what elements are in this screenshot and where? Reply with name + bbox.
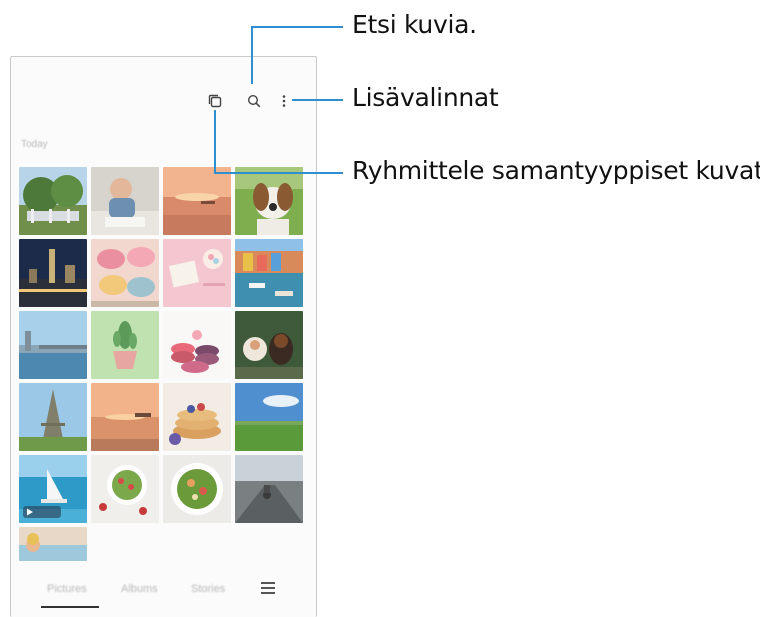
photo-thumbnail-macarons[interactable] — [91, 239, 159, 307]
photo-thumbnail-cyclist[interactable] — [235, 455, 303, 523]
photo-thumbnail-cactus[interactable] — [91, 311, 159, 379]
photo-thumbnail-harbor[interactable] — [235, 239, 303, 307]
photo-thumbnail-macaron-stack[interactable] — [163, 311, 231, 379]
more-options-icon[interactable] — [279, 93, 289, 109]
photo-thumbnail-beagle[interactable] — [235, 167, 303, 235]
tab-pictures[interactable]: Pictures — [47, 583, 87, 595]
photo-thumbnail-desk[interactable] — [163, 239, 231, 307]
callout-search-text: Etsi kuvia. — [352, 10, 477, 39]
leader-line-group-vertical — [214, 110, 216, 173]
photo-thumbnail-river-bridge[interactable] — [19, 311, 87, 379]
tab-stories[interactable]: Stories — [191, 583, 225, 595]
menu-icon[interactable] — [261, 581, 277, 595]
search-icon[interactable] — [246, 93, 262, 109]
group-similar-icon[interactable] — [207, 93, 223, 109]
photo-thumbnail-beach-portrait[interactable] — [19, 527, 87, 561]
section-label: Today — [21, 139, 48, 150]
photo-thumbnail-sunset-pier[interactable] — [91, 383, 159, 451]
video-thumbnail-sailboat[interactable] — [19, 455, 87, 523]
leader-line-more-options — [292, 99, 343, 101]
active-tab-indicator — [41, 606, 99, 608]
photo-thumbnail-park[interactable] — [19, 167, 87, 235]
play-icon — [27, 508, 33, 516]
video-play-badge — [23, 506, 61, 518]
leader-line-group — [214, 172, 343, 174]
leader-line-search — [251, 26, 343, 28]
callout-more-options-text: Lisävalinnat — [352, 83, 499, 112]
photo-thumbnail-city-night[interactable] — [19, 239, 87, 307]
photo-thumbnail-pancakes[interactable] — [163, 383, 231, 451]
photo-thumbnail-salad-1[interactable] — [91, 455, 159, 523]
leader-line-search-vertical — [251, 26, 253, 84]
photo-thumbnail-kitten-dog[interactable] — [235, 311, 303, 379]
photo-thumbnail-sunset-sea[interactable] — [163, 167, 231, 235]
photo-thumbnail-eiffel[interactable] — [19, 383, 87, 451]
photo-thumbnail-salad-2[interactable] — [163, 455, 231, 523]
photo-thumbnail-green-field[interactable] — [235, 383, 303, 451]
callout-group-similar-text: Ryhmittele samantyyppiset kuvat. — [352, 156, 760, 185]
gallery-screen: Today Pictures Albums Stories — [10, 56, 317, 617]
photo-thumbnail-baby[interactable] — [91, 167, 159, 235]
tab-albums[interactable]: Albums — [121, 583, 158, 595]
